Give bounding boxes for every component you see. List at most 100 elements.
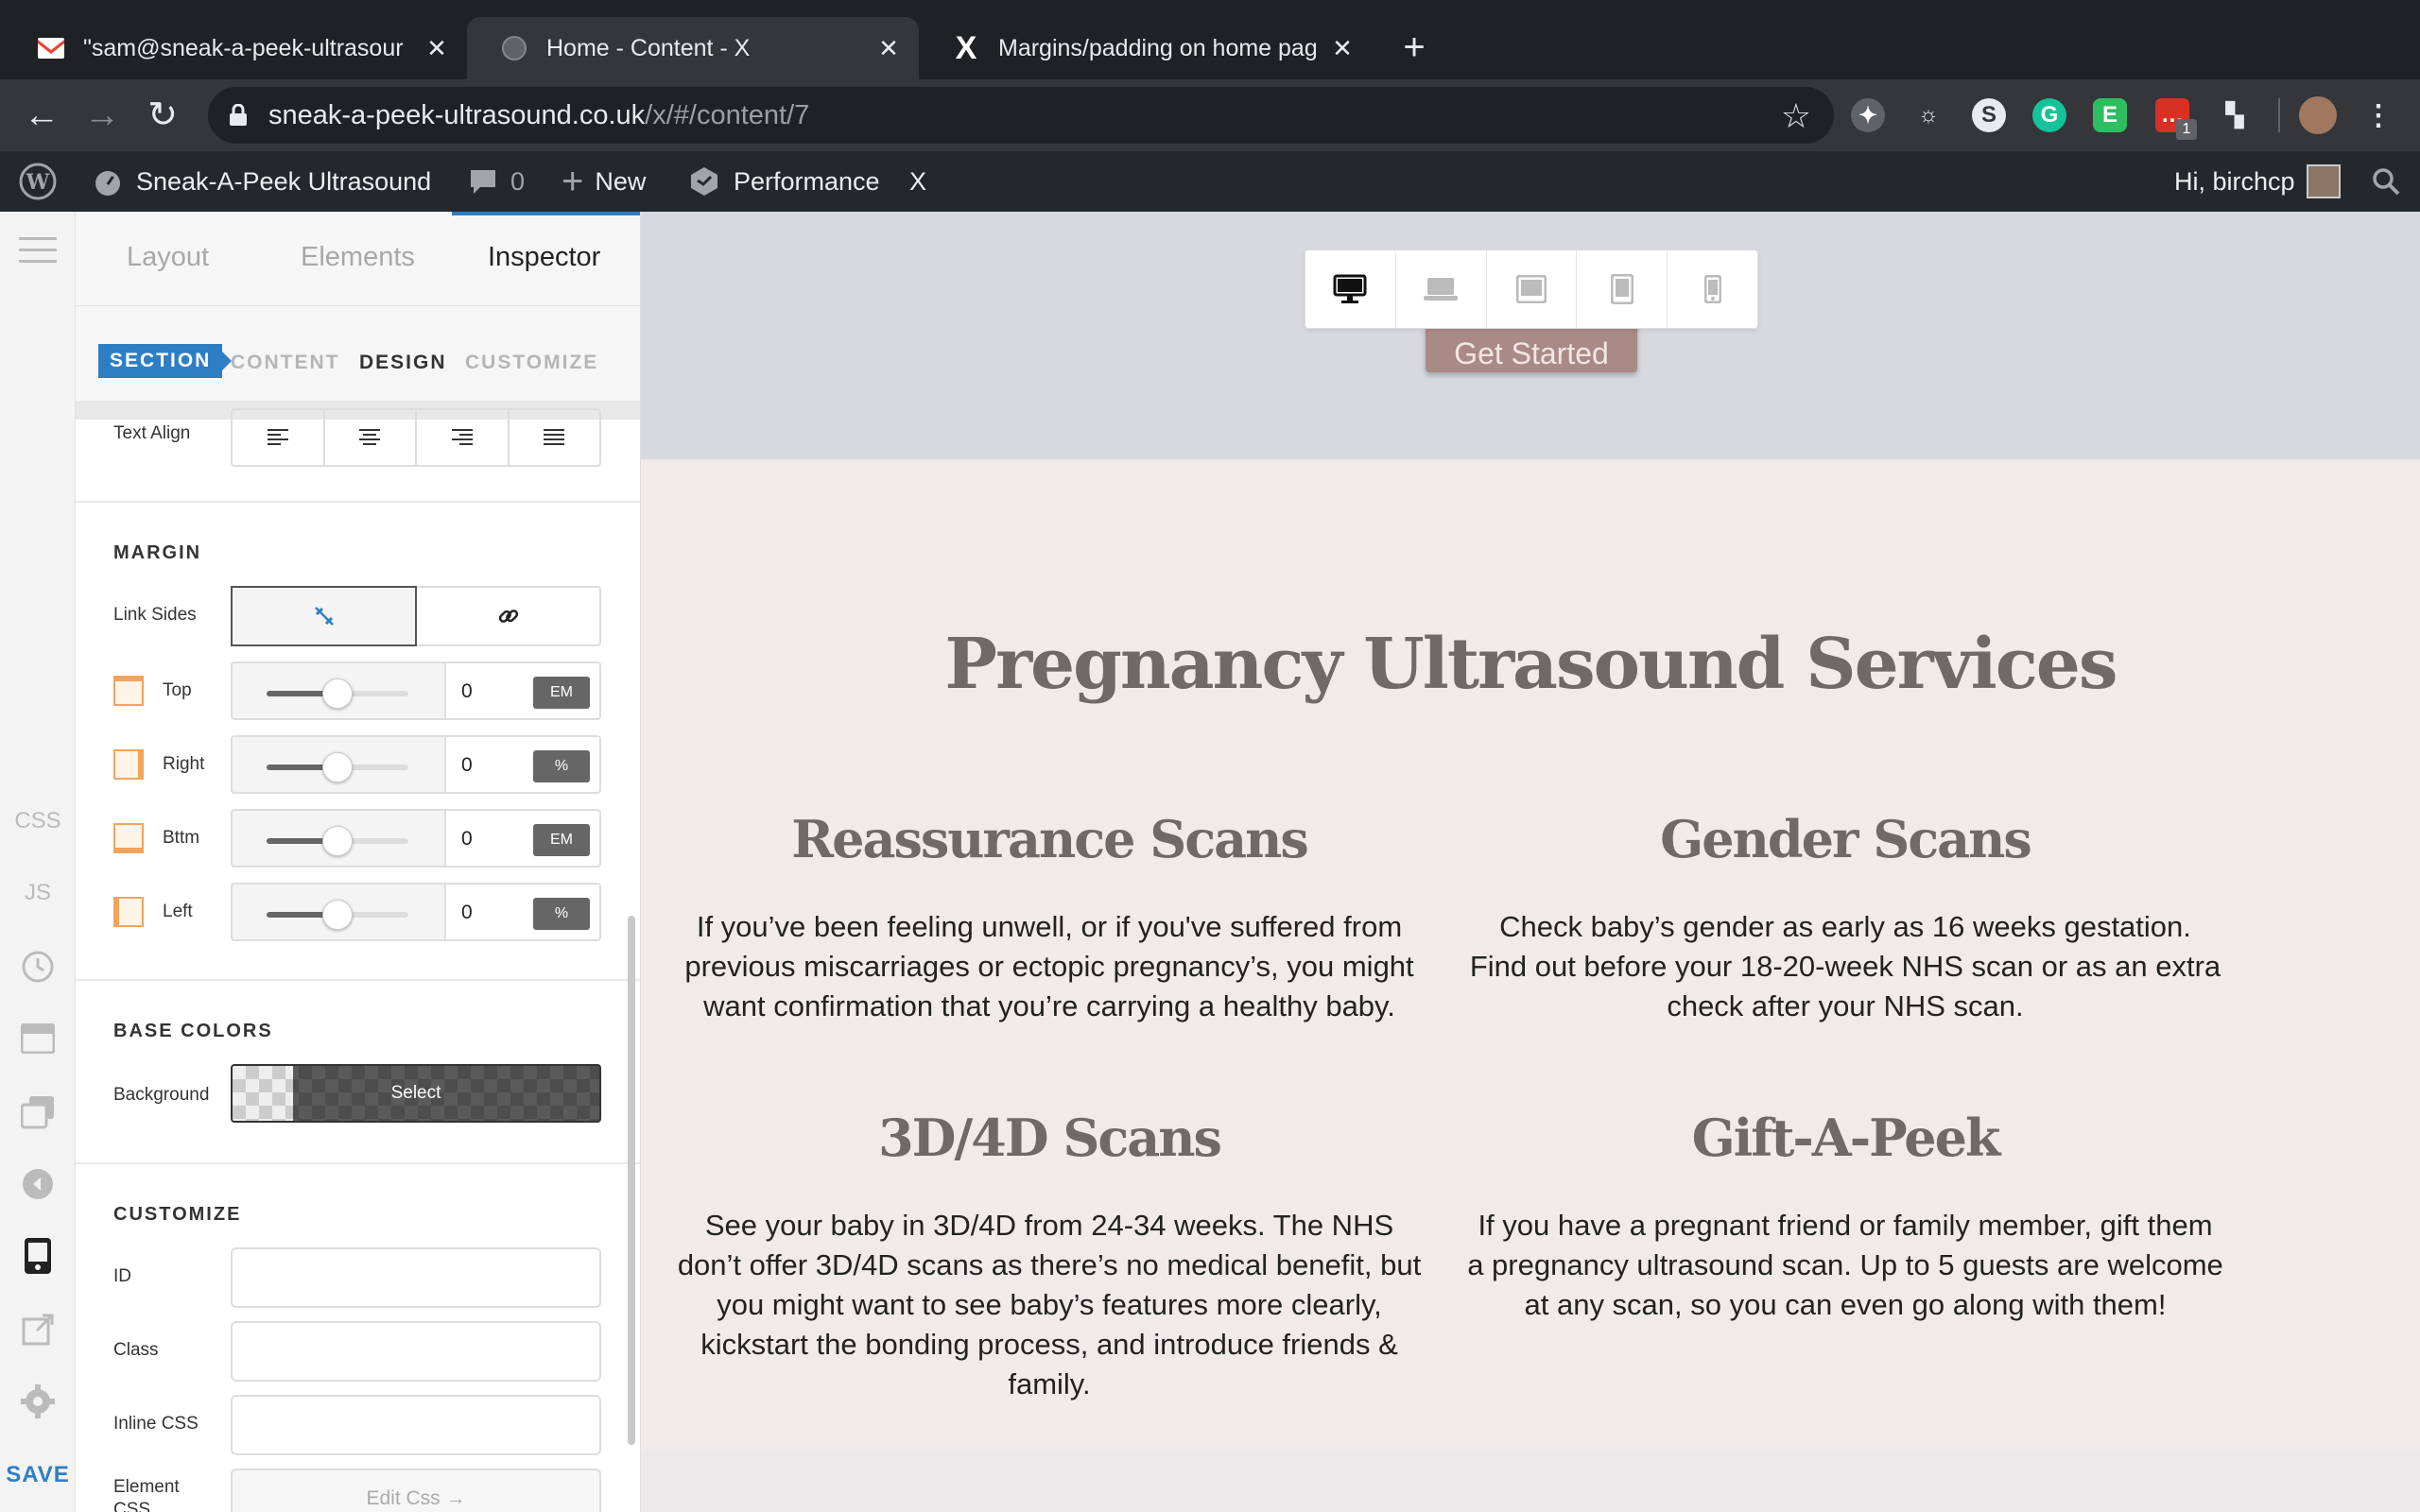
evernote-icon[interactable]: E [2093, 98, 2127, 132]
browser-tab-margins[interactable]: X Margins/padding on home pag ✕ [919, 17, 1373, 79]
close-icon[interactable]: ✕ [1331, 34, 1354, 63]
background-color-picker[interactable]: Select [231, 1064, 601, 1123]
margin-slider[interactable] [231, 662, 444, 720]
align-center-icon[interactable] [325, 410, 417, 465]
slider-knob[interactable] [322, 900, 353, 930]
site-name-link[interactable]: Sneak-A-Peek Ultrasound [93, 151, 431, 212]
performance-link[interactable]: Performance [688, 151, 880, 212]
base-colors-heading: BASE COLORS [113, 1021, 273, 1041]
service-title: Gender Scans [1660, 809, 2032, 869]
css-button[interactable]: CSS [0, 786, 76, 856]
margin-slider[interactable] [231, 735, 444, 794]
slider-track [267, 752, 408, 782]
unit-toggle[interactable]: % [533, 750, 590, 782]
new-label: New [595, 166, 647, 196]
panel-tabs: Layout Elements Inspector [76, 212, 640, 306]
responsive-preview-icon[interactable] [0, 1221, 76, 1291]
tablet-portrait-icon[interactable] [1577, 250, 1668, 328]
panel-scrollbar[interactable] [628, 916, 635, 1445]
extension-puzzle-icon[interactable]: ✦ [1851, 98, 1885, 132]
desktop-icon[interactable] [1305, 250, 1396, 328]
margin-value: 0 [461, 754, 473, 776]
select-label: Select [390, 1083, 441, 1103]
tab-elements[interactable]: Elements [301, 242, 415, 273]
breadcrumb-section[interactable]: SECTION [98, 344, 233, 378]
breadcrumb-content[interactable]: CONTENT [231, 352, 340, 374]
bookmark-star-icon[interactable]: ☆ [1781, 96, 1811, 136]
comments-link[interactable]: 0 [469, 151, 525, 212]
unit-toggle[interactable]: % [533, 898, 590, 930]
close-icon[interactable]: ✕ [877, 34, 900, 63]
avatar [2306, 164, 2341, 198]
breadcrumb-customize[interactable]: CUSTOMIZE [465, 352, 598, 374]
forward-arrow-icon[interactable]: → [79, 93, 125, 138]
x-theme-link[interactable]: X [909, 151, 926, 212]
align-left-icon[interactable] [233, 410, 325, 465]
new-tab-button[interactable]: + [1393, 28, 1435, 70]
tab-layout[interactable]: Layout [127, 242, 209, 273]
browser-tab-strip: "sam@sneak-a-peek-ultrasour ✕ Home - Con… [0, 0, 2420, 79]
extension-bug-icon[interactable]: ☼ [1911, 98, 1945, 132]
margin-top-row: Top 0 EM [113, 662, 601, 720]
margin-value: 0 [461, 828, 473, 850]
margin-value-input[interactable]: 0 EM [444, 662, 601, 720]
hamburger-menu-icon[interactable] [0, 215, 76, 285]
browser-tab-home-content[interactable]: Home - Content - X ✕ [467, 17, 919, 79]
margin-value-input[interactable]: 0 % [444, 735, 601, 794]
history-icon[interactable] [0, 932, 76, 1002]
grammarly-icon[interactable]: G [2032, 98, 2066, 132]
more-menu-icon[interactable]: ⋮ [2361, 98, 2395, 132]
comments-count: 0 [510, 166, 526, 196]
margin-label: Top [163, 680, 192, 700]
align-justify-icon[interactable] [510, 410, 600, 465]
unit-toggle[interactable]: EM [533, 824, 590, 856]
services-heading: Pregnancy Ultrasound Services [944, 624, 2118, 705]
tab-title: Home - Content - X [546, 34, 751, 61]
tablet-landscape-icon[interactable] [1487, 250, 1578, 328]
next-section [641, 1450, 2420, 1512]
id-input[interactable] [231, 1247, 601, 1308]
settings-gear-icon[interactable] [0, 1366, 76, 1436]
margin-value-input[interactable]: 0 % [444, 883, 601, 941]
back-arrow-icon[interactable]: ← [19, 93, 64, 138]
template-icon[interactable] [0, 1004, 76, 1074]
edit-css-button[interactable]: Edit Css → [231, 1469, 601, 1512]
tab-inspector[interactable]: Inspector [488, 242, 600, 273]
external-link-icon[interactable] [0, 1295, 76, 1365]
collapse-icon[interactable] [0, 1149, 76, 1219]
margin-right-icon [113, 749, 144, 780]
align-right-icon[interactable] [417, 410, 510, 465]
search-icon[interactable] [2371, 151, 2414, 212]
gmail-icon [38, 35, 64, 61]
layers-icon[interactable] [0, 1077, 76, 1147]
save-button[interactable]: SAVE [0, 1440, 76, 1510]
margin-slider[interactable] [231, 809, 444, 868]
slider-knob[interactable] [322, 752, 353, 782]
mobile-icon[interactable] [1668, 250, 1757, 328]
margin-value-input[interactable]: 0 EM [444, 809, 601, 868]
slider-knob[interactable] [322, 679, 353, 709]
margin-slider[interactable] [231, 883, 444, 941]
profile-avatar[interactable] [2299, 96, 2337, 134]
slider-knob[interactable] [322, 826, 353, 856]
site-name: Sneak-A-Peek Ultrasound [136, 166, 432, 196]
laptop-icon[interactable] [1396, 250, 1487, 328]
margin-left-row: Left 0 % [113, 883, 601, 941]
inline-css-input[interactable] [231, 1395, 601, 1455]
class-input[interactable] [231, 1321, 601, 1382]
unit-toggle[interactable]: EM [533, 677, 590, 709]
new-content-link[interactable]: + New [562, 151, 646, 212]
breadcrumb-design[interactable]: DESIGN [359, 352, 447, 374]
extension-paint-roller-icon[interactable]: ▚ [2218, 98, 2252, 132]
browser-tab-gmail[interactable]: "sam@sneak-a-peek-ultrasour ✕ [4, 17, 467, 79]
background-label: Background [113, 1085, 210, 1105]
account-greeting[interactable]: Hi, birchcp [2174, 151, 2341, 212]
close-icon[interactable]: ✕ [425, 34, 448, 63]
link-icon[interactable] [417, 588, 599, 644]
js-button[interactable]: JS [0, 858, 76, 928]
address-bar[interactable]: sneak-a-peek-ultrasound.co.uk/x/#/conten… [208, 87, 1834, 144]
reload-icon[interactable]: ↻ [140, 93, 185, 138]
unlink-icon[interactable] [231, 586, 417, 646]
extension-s-icon[interactable]: S [1972, 98, 2006, 132]
wordpress-logo-icon[interactable]: W [19, 151, 70, 212]
